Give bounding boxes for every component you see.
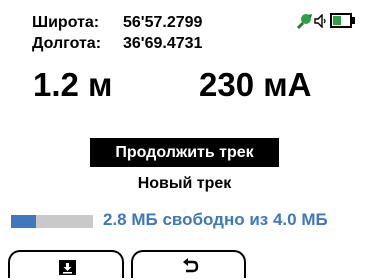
menu-item-new-track[interactable]: Новый трек	[90, 169, 279, 198]
battery-icon	[330, 13, 356, 28]
left-softkey-button[interactable]	[8, 250, 124, 278]
current-reading: 230 мА	[199, 66, 312, 103]
menu-item-continue-track[interactable]: Продолжить трек	[90, 138, 279, 167]
distance-reading: 1.2 м	[33, 66, 113, 103]
download-icon	[59, 258, 76, 275]
volume-icon	[314, 13, 328, 29]
right-softkey-button[interactable]	[131, 250, 246, 278]
memory-usage-fill	[11, 215, 36, 228]
longitude-value: 36'69.4731	[123, 35, 203, 52]
back-arrow-icon	[181, 258, 199, 275]
satellite-icon	[295, 13, 313, 29]
longitude-label: Долгота:	[32, 35, 102, 52]
latitude-label: Широта:	[32, 14, 100, 31]
memory-status-text: 2.8 МБ свободно из 4.0 МБ	[103, 210, 328, 229]
battery-level-fill	[333, 16, 342, 25]
memory-usage-bar	[11, 215, 93, 228]
latitude-value: 56'57.2799	[123, 14, 203, 31]
